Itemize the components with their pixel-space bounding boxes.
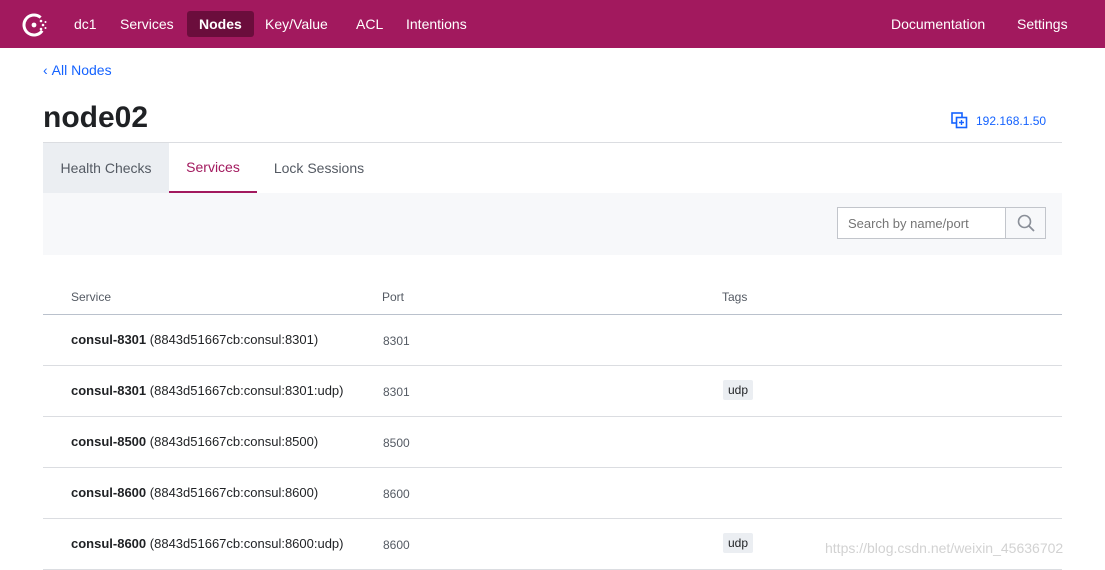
service-cell: consul-8301 (8843d51667cb:consul:8301) [71,332,318,347]
service-id: (8843d51667cb:consul:8500) [149,434,319,449]
header-service: Service [71,290,112,304]
tags-cell: udp [723,380,754,400]
port-cell: 8600 [383,487,410,501]
service-name: consul-8600 [71,536,147,551]
search-icon [1017,214,1035,232]
service-name: consul-8500 [71,434,147,449]
tab-health-checks[interactable]: Health Checks [43,143,169,193]
nav-intentions[interactable]: Intentions [406,11,467,37]
copy-address-button[interactable]: 192.168.1.50 [951,112,1046,129]
copy-icon [951,112,968,129]
tab-lock-sessions[interactable]: Lock Sessions [257,143,381,193]
filter-bar [43,193,1062,255]
tag-badge: udp [723,533,754,553]
table-row[interactable]: consul-8301 (8843d51667cb:consul:8301:ud… [43,366,1062,417]
port-cell: 8500 [383,436,410,450]
table-row[interactable]: consul-8301 (8843d51667cb:consul:8301) 8… [43,315,1062,366]
nav-key-value[interactable]: Key/Value [265,11,328,37]
port-cell: 8301 [383,334,410,348]
service-cell: consul-8600 (8843d51667cb:consul:8600:ud… [71,536,344,551]
service-id: (8843d51667cb:consul:8301) [149,332,319,347]
service-cell: consul-8500 (8843d51667cb:consul:8500) [71,434,318,449]
search-button[interactable] [1005,208,1045,238]
service-name: consul-8301 [71,332,147,347]
nav-nodes[interactable]: Nodes [187,11,254,37]
tags-cell: udp [723,533,754,553]
chevron-left-icon: ‹ [43,62,48,78]
table-row[interactable]: consul-8500 (8843d51667cb:consul:8500) 8… [43,417,1062,468]
header-port: Port [382,290,405,304]
port-cell: 8301 [383,385,410,399]
service-id: (8843d51667cb:consul:8600) [149,485,319,500]
breadcrumb-label: All Nodes [51,62,112,78]
nav-settings[interactable]: Settings [1017,11,1068,37]
nav-acl[interactable]: ACL [356,11,383,37]
header-tags: Tags [722,290,748,304]
watermark: https://blog.csdn.net/weixin_45636702 [825,540,1064,556]
search-box [837,207,1046,239]
service-cell: consul-8600 (8843d51667cb:consul:8600) [71,485,318,500]
table-header: Service Port Tags [43,280,1062,315]
service-name: consul-8600 [71,485,147,500]
node-address: 192.168.1.50 [976,113,1047,128]
tab-bar: Health Checks Services Lock Sessions [43,142,1062,194]
nav-datacenter[interactable]: dc1 [74,11,97,37]
tab-services[interactable]: Services [169,143,257,193]
service-cell: consul-8301 (8843d51667cb:consul:8301:ud… [71,383,344,398]
nav-documentation[interactable]: Documentation [891,11,985,37]
search-input[interactable] [838,208,1008,238]
services-table: Service Port Tags consul-8301 (8843d5166… [43,280,1062,570]
breadcrumb-all-nodes[interactable]: ‹ All Nodes [43,62,112,78]
service-id: (8843d51667cb:consul:8600:udp) [149,536,344,551]
table-row[interactable]: consul-8600 (8843d51667cb:consul:8600) 8… [43,468,1062,519]
consul-logo-icon[interactable] [22,12,48,38]
service-name: consul-8301 [71,383,147,398]
page-title: node02 [43,101,149,134]
service-id: (8843d51667cb:consul:8301:udp) [149,383,344,398]
top-nav: dc1 Services Nodes Key/Value ACL Intenti… [0,0,1105,48]
nav-services[interactable]: Services [120,11,174,37]
tag-badge: udp [723,380,754,400]
port-cell: 8600 [383,538,410,552]
